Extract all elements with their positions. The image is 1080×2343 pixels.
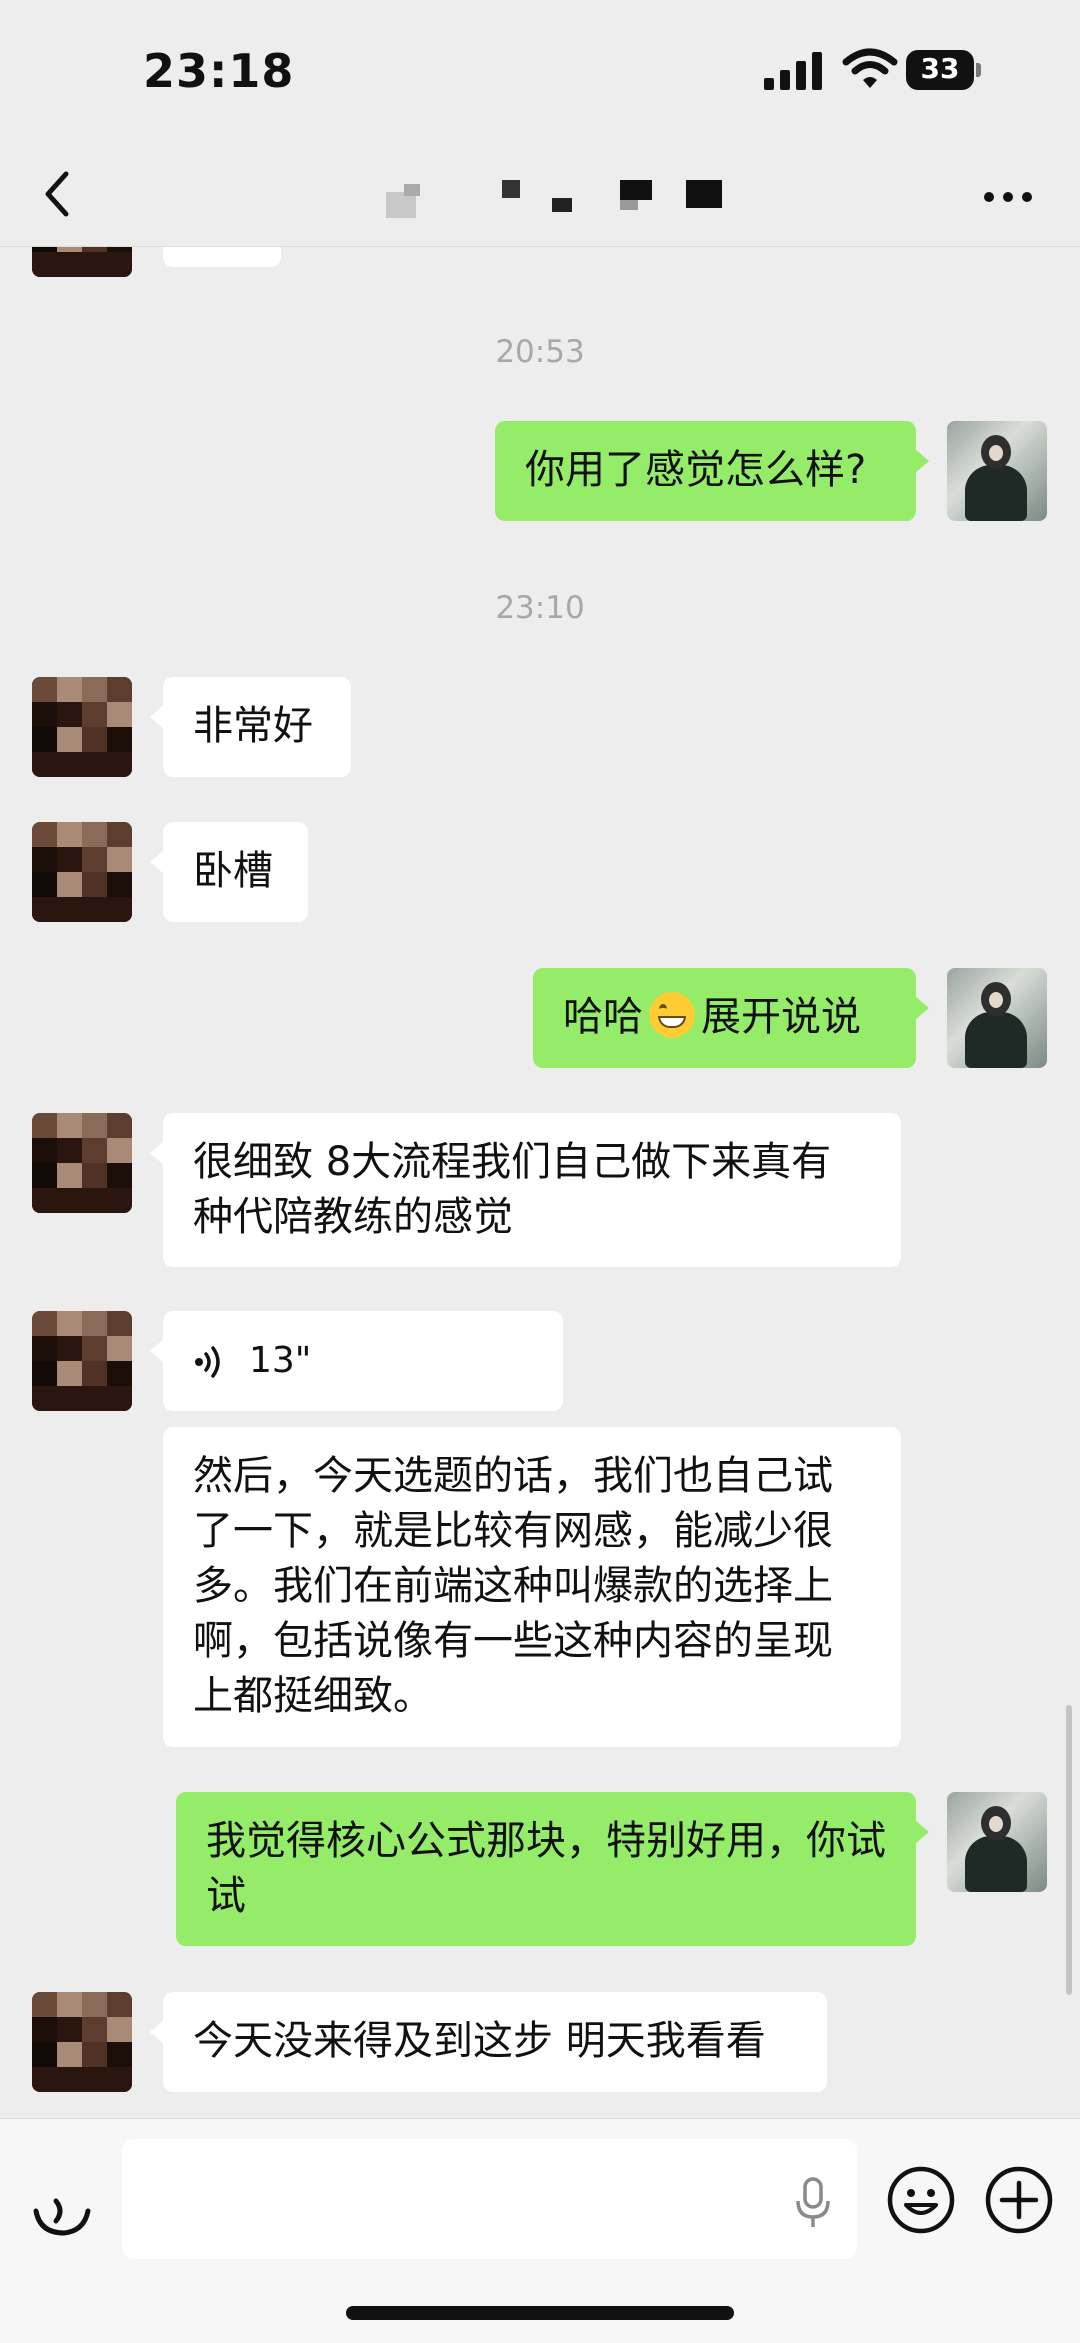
microphone-icon[interactable]: [795, 2177, 831, 2229]
message-text: 很细致 8大流程我们自己做下来真有种代陪教练的感觉: [193, 1139, 832, 1240]
incoming-message[interactable]: 然后，今天选题的话，我们也自己试了一下，就是比较有网感，能减少很多。我们在前端这…: [163, 1427, 901, 1747]
voice-duration: 13": [249, 1340, 312, 1381]
contact-avatar[interactable]: [32, 822, 132, 922]
my-avatar[interactable]: [947, 421, 1047, 521]
my-avatar[interactable]: [947, 968, 1047, 1068]
contact-avatar[interactable]: [32, 1992, 132, 2092]
status-bar: 23:18 33: [0, 0, 1080, 150]
message-text: 我觉得核心公式那块，特别好用，你试试: [206, 1818, 886, 1919]
back-arrow-icon[interactable]: [34, 164, 84, 224]
message-text: 展开说说: [701, 994, 861, 1040]
battery-level: 33: [920, 52, 960, 85]
message-list[interactable]: 20:53 你用了感觉怎么样? 23:10 非常好 卧槽 哈哈 展开说说 很细致 …: [0, 247, 1080, 2117]
voice-message[interactable]: 13": [150, 1311, 563, 1411]
message-text: 卧槽: [193, 848, 273, 894]
contact-avatar[interactable]: [32, 1113, 132, 1213]
grinning-face-emoji-icon: [649, 992, 695, 1038]
scrollbar[interactable]: [1066, 1705, 1072, 1995]
incoming-message[interactable]: 今天没来得及到这步 明天我看看: [150, 1992, 827, 2092]
more-options-icon[interactable]: [982, 190, 1034, 204]
chat-title-redacted: [380, 180, 740, 220]
message-text: 今天没来得及到这步 明天我看看: [193, 2018, 766, 2064]
contact-avatar[interactable]: [32, 1311, 132, 1411]
message-text: 非常好: [193, 703, 313, 749]
message-bubble-partial: [163, 247, 281, 267]
outgoing-message[interactable]: 哈哈 展开说说: [533, 968, 929, 1068]
home-indicator[interactable]: [346, 2306, 734, 2320]
chat-header: [0, 150, 1080, 247]
battery-icon: 33: [906, 50, 981, 90]
timestamp: 23:10: [495, 590, 585, 626]
message-input[interactable]: [122, 2139, 857, 2259]
cellular-signal-icon: [764, 52, 822, 90]
contact-avatar[interactable]: [32, 677, 132, 777]
voice-wave-icon: [195, 1346, 220, 1378]
message-text: 你用了感觉怎么样?: [525, 447, 867, 493]
outgoing-message[interactable]: 你用了感觉怎么样?: [495, 421, 929, 521]
incoming-message[interactable]: 卧槽: [150, 822, 308, 922]
my-avatar[interactable]: [947, 1792, 1047, 1892]
incoming-message[interactable]: 非常好: [150, 677, 351, 777]
plus-icon[interactable]: [984, 2165, 1054, 2235]
message-text: 然后，今天选题的话，我们也自己试了一下，就是比较有网感，能减少很多。我们在前端这…: [193, 1453, 833, 1719]
message-text: 哈哈: [563, 994, 643, 1040]
contact-avatar[interactable]: [32, 247, 132, 277]
incoming-message[interactable]: 很细致 8大流程我们自己做下来真有种代陪教练的感觉: [150, 1113, 901, 1267]
outgoing-message[interactable]: 我觉得核心公式那块，特别好用，你试试: [176, 1792, 929, 1946]
status-time: 23:18: [143, 44, 295, 98]
timestamp: 20:53: [495, 334, 585, 370]
emoji-icon[interactable]: [886, 2165, 956, 2235]
voice-input-toggle-icon[interactable]: [26, 2171, 96, 2241]
wifi-icon: [842, 48, 898, 88]
